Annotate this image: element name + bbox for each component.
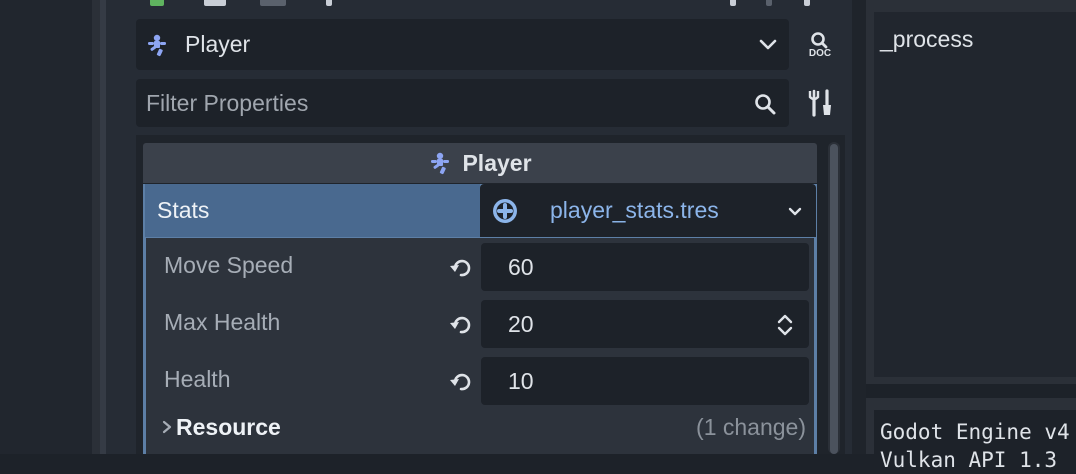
doc-label: DOC — [808, 48, 832, 59]
filter-placeholder: Filter Properties — [146, 89, 309, 116]
player-node-icon — [148, 34, 166, 56]
resource-section-title: Resource — [176, 413, 281, 440]
resource-icon — [493, 198, 517, 223]
output-log-text: Godot Engine v4 Vulkan API 1.3 — [880, 420, 1070, 472]
spin-updown-icon[interactable] — [775, 312, 795, 338]
stats-resource-picker[interactable]: player_stats.tres — [480, 184, 816, 237]
scrollbar-thumb[interactable] — [830, 144, 838, 454]
player-node-icon — [431, 152, 450, 175]
toolbar-icon-fragment[interactable] — [204, 0, 226, 6]
property-label-move-speed: Move Speed — [164, 252, 294, 278]
toolbar-icon-fragment[interactable] — [730, 0, 736, 6]
node-selector-dropdown[interactable]: Player — [136, 19, 789, 70]
inspector-tools-icon[interactable] — [805, 88, 837, 118]
resource-change-count: (1 change) — [696, 413, 806, 440]
property-label-health: Health — [164, 366, 231, 392]
chevron-down-icon — [759, 39, 777, 50]
revert-icon[interactable] — [448, 255, 474, 281]
health-field[interactable]: 10 — [481, 357, 809, 405]
revert-icon[interactable] — [448, 312, 474, 338]
max-health-field[interactable]: 20 — [481, 300, 809, 348]
search-icon — [755, 94, 776, 115]
toolbar-icon-fragment[interactable] — [150, 0, 164, 6]
open-documentation-button[interactable]: DOC — [801, 28, 839, 62]
script-method-name: _process — [880, 26, 974, 52]
doc-magnifier-icon — [811, 32, 828, 49]
category-header: Player — [143, 143, 817, 183]
health-value: 10 — [508, 367, 534, 394]
resource-name: player_stats.tres — [550, 197, 719, 223]
move-speed-field[interactable]: 60 — [481, 243, 809, 291]
property-label-max-health: Max Health — [164, 309, 281, 335]
stats-label: Stats — [157, 197, 210, 223]
toolbar-icon-fragment[interactable] — [326, 0, 332, 6]
dock-splitter[interactable] — [92, 0, 100, 454]
chevron-down-icon[interactable] — [786, 202, 804, 220]
max-health-value: 20 — [508, 310, 534, 337]
move-speed-value: 60 — [508, 253, 534, 280]
stats-property-label: Stats — [145, 184, 480, 237]
dock-splitter-right[interactable] — [852, 0, 866, 454]
toolbar-icon-fragment[interactable] — [766, 0, 772, 6]
chevron-right-icon — [162, 420, 172, 434]
node-selector-label: Player — [185, 31, 251, 57]
resource-section-header[interactable]: Resource (1 change) — [146, 408, 814, 446]
scene-dock-edge — [0, 0, 92, 454]
toolbar-icon-fragment[interactable] — [804, 0, 810, 6]
category-title: Player — [462, 149, 532, 176]
script-panel-content — [874, 12, 1076, 377]
filter-properties-input[interactable]: Filter Properties — [136, 79, 789, 127]
revert-icon[interactable] — [448, 369, 474, 395]
toolbar-icon-fragment[interactable] — [260, 0, 286, 6]
